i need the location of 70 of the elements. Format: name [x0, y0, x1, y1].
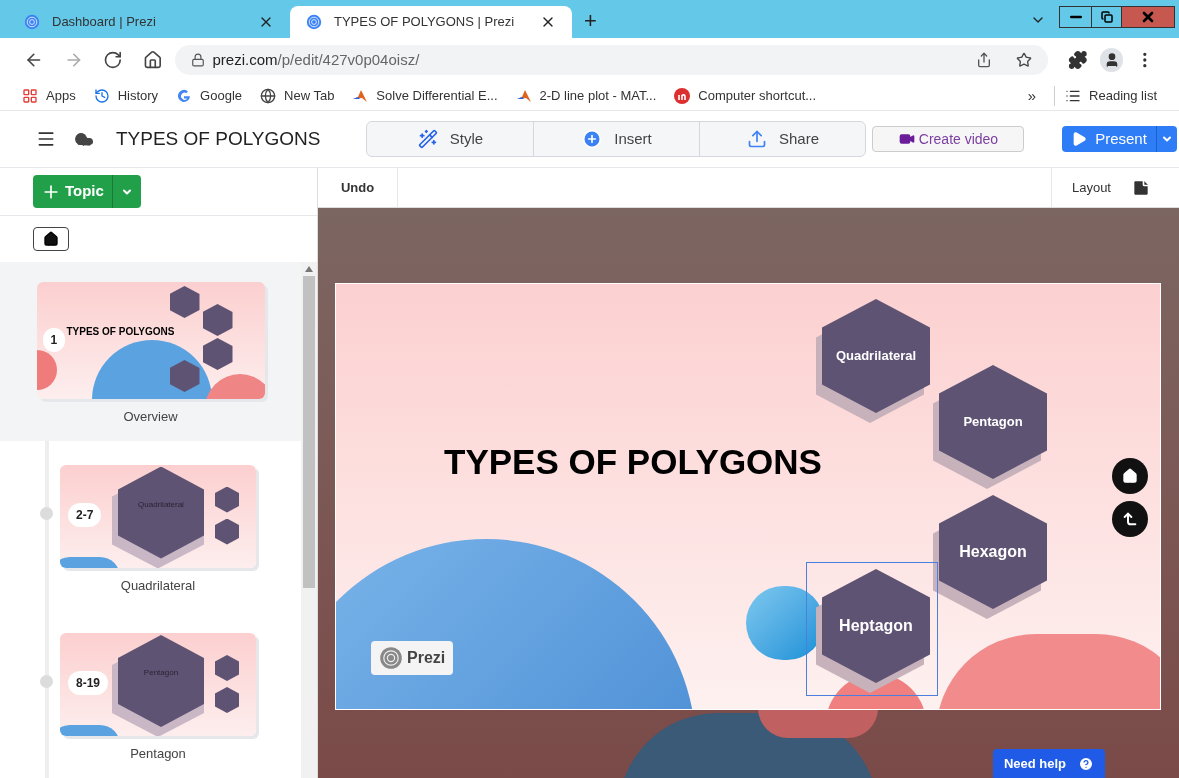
- scrollbar[interactable]: [301, 262, 317, 778]
- address-bar[interactable]: prezi.com/p/edit/427v0p04oisz/: [174, 45, 1049, 75]
- play-icon: [1071, 131, 1088, 147]
- thumbnail-title: TYPES OF POLYGONS: [66, 325, 175, 339]
- scroll-up-arrow-icon[interactable]: [305, 266, 313, 272]
- bookmark-star-icon[interactable]: [1016, 52, 1033, 68]
- window-close-button[interactable]: [1122, 7, 1174, 27]
- prezi-logo-icon: [306, 14, 322, 30]
- bookmark-link[interactable]: Apps: [22, 86, 76, 106]
- curved-arrow-icon: [1122, 511, 1138, 527]
- extensions-icon[interactable]: [1068, 50, 1088, 70]
- menu-icon[interactable]: [36, 129, 56, 149]
- g-logo-icon: [176, 88, 193, 104]
- undo-button[interactable]: Undo: [318, 168, 398, 207]
- upload-icon: [746, 129, 767, 149]
- new-tab-button[interactable]: +: [584, 10, 597, 32]
- peak-logo-icon: [352, 88, 369, 104]
- home-button[interactable]: [33, 227, 69, 251]
- tab-title: TYPES OF POLYGONS | Prezi: [334, 13, 516, 32]
- toolbar-button[interactable]: Share: [699, 122, 866, 156]
- create-video-button[interactable]: Create video: [872, 126, 1025, 152]
- layout-button[interactable]: Layout: [1050, 168, 1131, 207]
- history-icon: [93, 88, 110, 104]
- profile-avatar[interactable]: [1099, 48, 1124, 72]
- spiral-logo-icon: [379, 646, 403, 670]
- close-icon: [1140, 9, 1156, 25]
- slide-number: 8-19: [68, 671, 109, 695]
- bookmark-link[interactable]: Computer shortcut...: [674, 86, 817, 106]
- list-icon: [1065, 88, 1082, 104]
- globe-icon: [260, 88, 276, 104]
- restore-icon: [1100, 11, 1113, 23]
- prezi-logo-icon: [24, 14, 40, 30]
- toolbar-button[interactable]: Insert: [533, 122, 700, 156]
- slide-number: 1: [42, 328, 66, 352]
- lock-icon: [190, 53, 205, 67]
- help-icon: [1078, 756, 1095, 772]
- reading-list-link[interactable]: Reading list: [1065, 86, 1157, 106]
- prezi-watermark-badge: Prezi: [371, 641, 454, 675]
- need-help-button[interactable]: Need help: [993, 749, 1105, 778]
- bookmark-link[interactable]: History: [93, 86, 159, 106]
- bookmark-link[interactable]: New Tab: [260, 86, 335, 106]
- presentation-title[interactable]: TYPES OF POLYGONS: [116, 124, 321, 154]
- slide-number: 2-7: [68, 502, 102, 527]
- magic-wand-icon: [417, 129, 438, 149]
- slide-title: TYPES OF POLYGONS: [444, 441, 822, 483]
- slide-thumbnail[interactable]: TYPES OF POLYGONS 1: [36, 282, 265, 399]
- peak-logo-icon: [515, 88, 532, 104]
- share-icon[interactable]: [976, 52, 993, 68]
- tab-title: Dashboard | Prezi: [52, 13, 157, 32]
- home-icon: [1122, 468, 1138, 484]
- bookmark-link[interactable]: 2-D line plot - MAT...: [515, 86, 657, 106]
- url-text: prezi.com/p/edit/427v0p04oisz/: [212, 49, 421, 70]
- bookmark-link[interactable]: Google: [176, 86, 242, 106]
- home-icon: [43, 231, 59, 247]
- apps-grid-icon: [22, 88, 38, 104]
- slide-item[interactable]: TYPES OF POLYGONS 1 Overview: [0, 262, 301, 441]
- plus-circle-icon: [582, 129, 603, 149]
- bookmark-link[interactable]: Solve Differential E...: [352, 86, 498, 106]
- home-icon[interactable]: [142, 50, 163, 70]
- slide-label: Quadrilateral: [119, 576, 197, 595]
- browser-tab[interactable]: TYPES OF POLYGONS | Prezi: [290, 6, 572, 38]
- browser-tab[interactable]: Dashboard | Prezi: [8, 6, 290, 38]
- scrollbar-thumb[interactable]: [303, 276, 315, 588]
- toolbar-button[interactable]: Style: [367, 122, 534, 156]
- more-bookmarks[interactable]: »: [1027, 84, 1037, 108]
- circle-logo-icon: [674, 88, 691, 104]
- slide-label: Overview: [122, 408, 179, 426]
- video-camera-icon: [898, 131, 915, 147]
- reload-icon[interactable]: [103, 50, 123, 70]
- slide-label: Pentagon: [129, 745, 187, 763]
